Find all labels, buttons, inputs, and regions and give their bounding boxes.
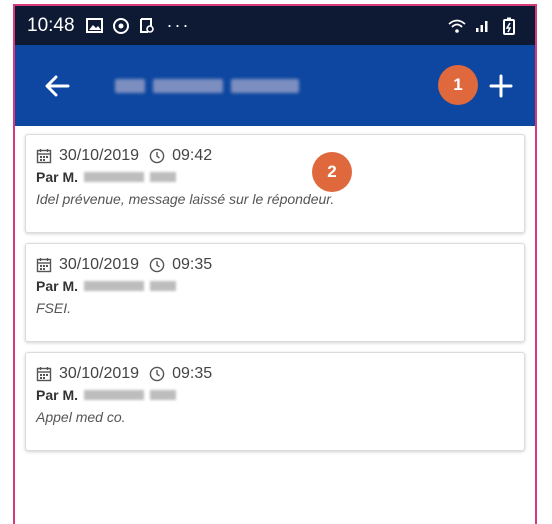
- sync-icon: [111, 16, 131, 36]
- entry-time: 09:42: [172, 147, 213, 164]
- entry-date: 30/10/2019: [59, 256, 140, 273]
- author-prefix: Par M.: [36, 169, 79, 185]
- arrow-left-icon: [45, 75, 70, 96]
- gallery-icon: [85, 16, 105, 36]
- entry-time: 09:35: [172, 365, 213, 382]
- status-bar: 10:48 ···: [15, 6, 535, 45]
- author-name-redacted: [150, 172, 177, 182]
- entry-author: Par M.: [36, 169, 514, 185]
- entry-note: Idel prévenue, message laissé sur le rép…: [36, 191, 335, 207]
- entry-date: 30/10/2019: [59, 365, 140, 382]
- wifi-icon: [447, 16, 467, 36]
- entry-date: 30/10/2019: [59, 147, 140, 164]
- entry-time: 09:35: [172, 256, 213, 273]
- page-title-redacted: [115, 75, 299, 97]
- phone-frame: 10:48 ··· 1 2 30/10/2019 09:42 Par M. Id…: [13, 4, 537, 524]
- status-time: 10:48: [27, 14, 75, 36]
- annotation-badge-1: 1: [438, 65, 478, 105]
- author-name-redacted: [150, 281, 177, 291]
- plus-icon: [489, 74, 513, 98]
- clock-icon: [149, 366, 165, 382]
- screenshot-icon: [137, 16, 157, 36]
- list-item[interactable]: 30/10/2019 09:35 Par M. Appel med co.: [25, 352, 525, 451]
- entry-note: FSEI.: [36, 300, 72, 316]
- more-notifications-icon: ···: [166, 15, 191, 35]
- list-item[interactable]: 30/10/2019 09:35 Par M. FSEI.: [25, 243, 525, 342]
- entry-author: Par M.: [36, 278, 514, 294]
- calendar-icon: [36, 366, 52, 382]
- entry-author: Par M.: [36, 387, 514, 403]
- author-prefix: Par M.: [36, 278, 79, 294]
- entries-list: 30/10/2019 09:42 Par M. Idel prévenue, m…: [15, 126, 535, 451]
- author-prefix: Par M.: [36, 387, 79, 403]
- app-bar: 1: [15, 45, 535, 126]
- author-name-redacted: [84, 390, 145, 400]
- calendar-icon: [36, 257, 52, 273]
- list-item[interactable]: 30/10/2019 09:42 Par M. Idel prévenue, m…: [25, 134, 525, 233]
- clock-icon: [149, 257, 165, 273]
- annotation-badge-2: 2: [312, 152, 352, 192]
- author-name-redacted: [84, 281, 145, 291]
- clock-icon: [149, 148, 165, 164]
- entry-note: Appel med co.: [36, 409, 126, 425]
- calendar-icon: [36, 148, 52, 164]
- battery-icon: [499, 16, 519, 36]
- signal-icon: [473, 16, 493, 36]
- author-name-redacted: [150, 390, 177, 400]
- back-button[interactable]: [37, 66, 77, 106]
- author-name-redacted: [84, 172, 145, 182]
- add-button[interactable]: [481, 66, 521, 106]
